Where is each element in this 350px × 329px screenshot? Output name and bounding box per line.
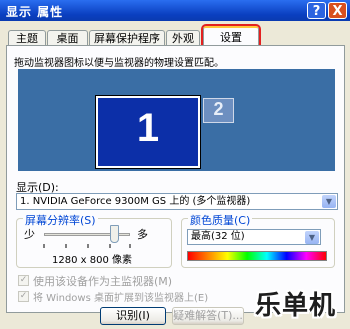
window-title: 显示 属性 [6, 5, 64, 19]
resolution-slider-thumb[interactable] [110, 225, 120, 243]
tab-strip: 主题 桌面 屏幕保护程序 外观 设置 [0, 24, 350, 49]
slider-ticks [43, 244, 131, 248]
watermark-logo: 乐单机 [255, 291, 337, 321]
primary-monitor-label: 使用该设备作为主监视器(M) [33, 275, 173, 288]
color-quality-group-title: 颜色质量(C) [188, 212, 253, 228]
tab-theme[interactable]: 主题 [8, 30, 46, 46]
monitor-1[interactable]: 1 [95, 95, 201, 169]
close-button[interactable]: X [328, 2, 347, 19]
monitor-arrangement-area: 1 2 [18, 69, 335, 171]
primary-monitor-checkbox[interactable]: ✓ [18, 275, 29, 286]
tab-desktop[interactable]: 桌面 [47, 30, 88, 46]
color-quality-select[interactable]: 最高(32 位) ▼ [187, 229, 321, 245]
identify-button[interactable]: 识别(I) [100, 307, 166, 325]
chevron-down-icon[interactable]: ▼ [322, 195, 336, 208]
troubleshoot-button[interactable]: 疑难解答(T)... [172, 307, 244, 325]
chevron-down-icon[interactable]: ▼ [305, 231, 319, 244]
monitor-2-number: 2 [213, 99, 224, 119]
instruction-text: 拖动监视器图标以便与监视器的物理设置匹配。 [14, 58, 224, 69]
resolution-more-label: 多 [137, 228, 148, 241]
extend-desktop-checkbox[interactable]: ✓ [18, 291, 29, 302]
tab-appearance[interactable]: 外观 [166, 30, 200, 46]
resolution-value: 1280 x 800 像素 [52, 255, 132, 266]
display-select[interactable]: 1. NVIDIA GeForce 9300M GS 上的 (多个监视器) ▼ [16, 193, 338, 210]
monitor-2[interactable]: 2 [203, 98, 234, 123]
display-select-value: 1. NVIDIA GeForce 9300M GS 上的 (多个监视器) [20, 196, 251, 207]
resolution-less-label: 少 [24, 228, 35, 241]
monitor-1-number: 1 [136, 106, 160, 150]
color-spectrum-bar [187, 251, 327, 261]
help-button[interactable]: ? [307, 2, 326, 19]
tab-settings[interactable]: 设置 [201, 24, 261, 49]
extend-desktop-label: 将 Windows 桌面扩展到该监视器上(E) [33, 293, 209, 304]
tab-screensaver[interactable]: 屏幕保护程序 [89, 30, 165, 46]
color-quality-value: 最高(32 位) [191, 231, 245, 242]
title-bar: 显示 属性 ? X [0, 0, 350, 21]
